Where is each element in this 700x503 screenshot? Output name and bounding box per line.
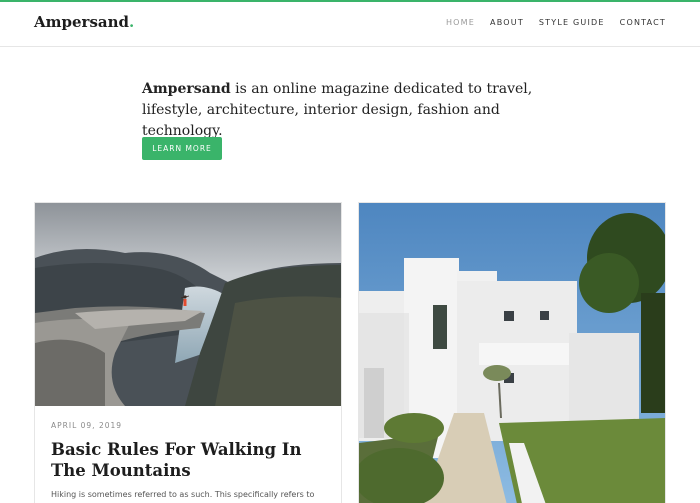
site-header: Ampersand. HOME ABOUT STYLE GUIDE CONTAC…: [0, 2, 700, 47]
post-card[interactable]: [358, 202, 666, 503]
nav-style-guide[interactable]: STYLE GUIDE: [539, 18, 605, 27]
white-house-photo[interactable]: [359, 203, 666, 503]
logo-dot: .: [129, 13, 135, 31]
post-date: APRIL 09, 2019: [51, 421, 123, 430]
nav-about[interactable]: ABOUT: [490, 18, 524, 27]
main-nav: HOME ABOUT STYLE GUIDE CONTACT: [431, 18, 666, 27]
post-excerpt: Hiking is sometimes referred to as such.…: [51, 490, 315, 499]
post-card[interactable]: APRIL 09, 2019 Basic Rules For Walking I…: [34, 202, 342, 503]
intro-text: Ampersand is an online magazine dedicate…: [142, 79, 562, 142]
logo-text: Ampersand: [34, 13, 130, 31]
mountain-landscape-photo[interactable]: [35, 203, 342, 406]
nav-home[interactable]: HOME: [446, 18, 475, 27]
site-logo[interactable]: Ampersand.: [34, 13, 134, 31]
nav-contact[interactable]: CONTACT: [620, 18, 666, 27]
intro-lead: Ampersand: [142, 81, 231, 97]
learn-more-button[interactable]: LEARN MORE: [142, 137, 222, 160]
post-title[interactable]: Basic Rules For Walking In The Mountains: [51, 439, 321, 481]
